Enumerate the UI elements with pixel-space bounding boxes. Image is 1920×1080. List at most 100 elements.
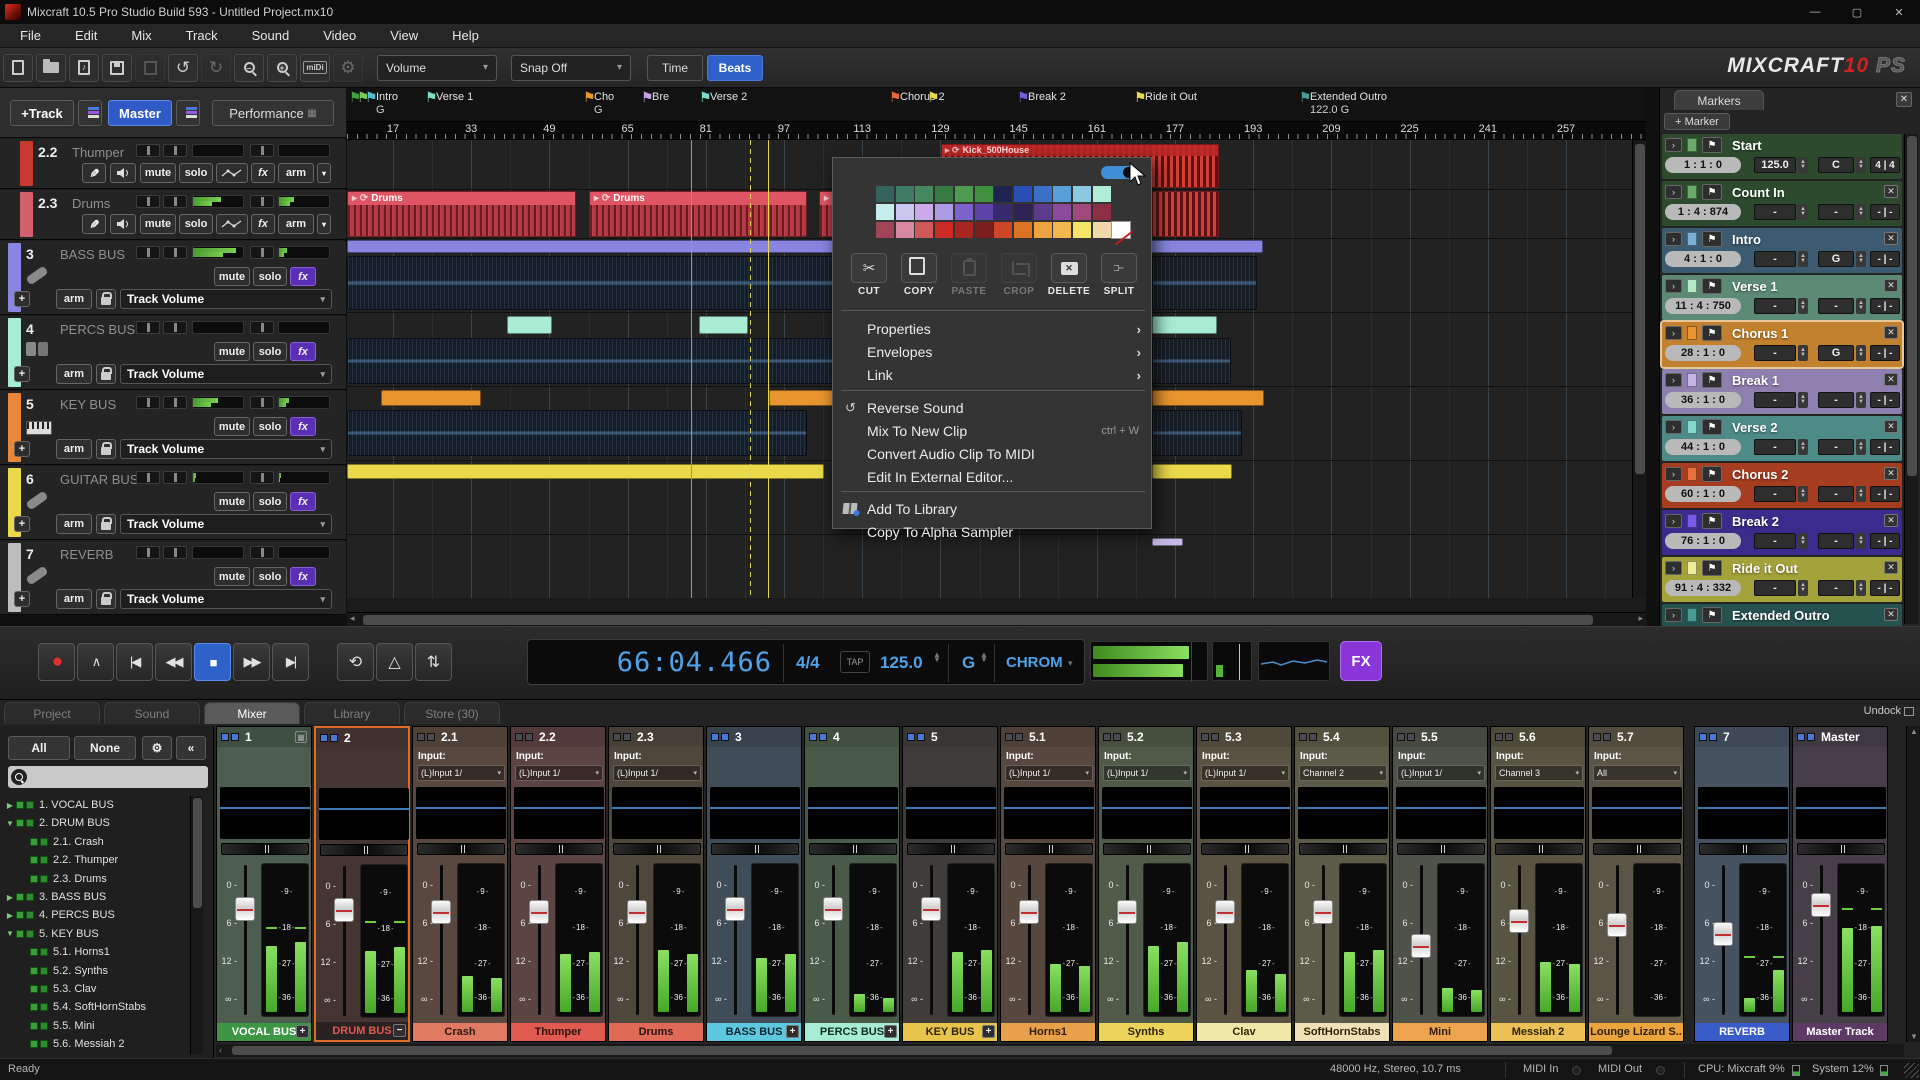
track-row-reverb[interactable]: 7REVERBmutesolofx+armTrack Volume▾ (0, 541, 346, 615)
color-swatch[interactable] (896, 222, 914, 238)
automation-button[interactable] (216, 214, 248, 234)
marker-row-intro[interactable]: ›⚑Intro✕4 : 1 : 0-▲▼G▲▼- | - (1662, 228, 1902, 273)
channel-name-label[interactable]: Clav (1197, 1023, 1291, 1041)
master-fx-button[interactable]: FX (1340, 641, 1382, 681)
tree-item-2-3-drums[interactable]: 2.3. Drums (0, 870, 188, 888)
arm-button[interactable]: arm (278, 163, 314, 183)
fast-forward-button[interactable]: ▶▶ (233, 643, 270, 681)
track-automation-dropdown[interactable]: Track Volume▾ (120, 439, 332, 459)
audio-clip-waveform[interactable] (1152, 256, 1257, 310)
color-swatch[interactable] (1014, 204, 1032, 220)
color-swatch[interactable] (955, 222, 973, 238)
track-automation-dropdown[interactable]: Track Volume▾ (120, 289, 332, 309)
stop-button[interactable]: ■ (194, 643, 231, 681)
draw-tool-button[interactable]: ✎ (82, 214, 106, 234)
tree-item-2-1-crash[interactable]: 2.1. Crash (0, 833, 188, 851)
mixer-channel-2[interactable]: 20 -6 -12 -∞ -9182736DRUM BUS− (314, 726, 410, 1042)
mute-button[interactable]: mute (214, 492, 250, 511)
track-row-percs-bus[interactable]: 4PERCS BUSmutesolofx+armTrack Volume▾ (0, 316, 346, 390)
channel-icon-2[interactable] (721, 733, 729, 741)
close-button[interactable]: ✕ (1878, 0, 1920, 24)
track-trim-slider[interactable] (250, 546, 274, 559)
tempo-spinner-icon[interactable]: ▲▼ (1798, 345, 1808, 361)
no-color-swatch[interactable] (1112, 222, 1130, 238)
color-swatch[interactable] (1073, 222, 1091, 238)
zoom-out-icon[interactable]: – (234, 54, 264, 82)
channel-eq-display[interactable] (612, 787, 702, 839)
marker-timesig-value[interactable]: - | - (1870, 345, 1900, 361)
expand-track-button[interactable]: + (14, 516, 30, 532)
track-pan-slider[interactable] (163, 321, 187, 334)
fader-cap[interactable] (529, 900, 549, 924)
delete-button[interactable]: ✕DELETE (1047, 253, 1091, 297)
lock-button[interactable] (96, 289, 116, 309)
channel-icon[interactable] (1397, 733, 1405, 741)
channel-expand-button[interactable]: − (393, 1024, 406, 1037)
channel-icon[interactable] (320, 734, 328, 742)
marker-time-value[interactable]: 1 : 4 : 874 (1665, 204, 1741, 220)
marker-tempo-value[interactable]: - (1754, 251, 1796, 267)
mixer-channel-5[interactable]: 50 -6 -12 -∞ -9182736KEY BUS+ (902, 726, 998, 1042)
timeline-marker-lane[interactable]: ⚑⚑⚑IntroG⚑Verse 1⚑ChoG⚑Bre⚑Verse 2⚑Choru… (347, 88, 1646, 122)
color-swatch[interactable] (1034, 204, 1052, 220)
channel-icon[interactable] (1201, 733, 1209, 741)
channel-icon[interactable] (1299, 733, 1307, 741)
flag-icon[interactable]: ⚑ (1702, 184, 1722, 200)
tree-item-5-1-horns1[interactable]: 5.1. Horns1 (0, 943, 188, 961)
track-checkbox-icon[interactable] (30, 1022, 38, 1030)
marker-tempo-value[interactable]: - (1754, 486, 1796, 502)
tab-store-30-[interactable]: Store (30) (404, 702, 500, 724)
channel-icon-2[interactable] (525, 733, 533, 741)
fader-track[interactable] (832, 865, 835, 1015)
marker-timesig-value[interactable]: - | - (1870, 533, 1900, 549)
channel-icon[interactable] (907, 733, 915, 741)
track-volume-slider[interactable] (136, 396, 160, 409)
marker-tempo-value[interactable]: - (1754, 204, 1796, 220)
channel-grid-icon[interactable]: ▦ (295, 731, 307, 743)
undo-icon[interactable]: ↺ (168, 54, 198, 82)
flag-icon[interactable]: ⚑ (1702, 325, 1722, 341)
copy-button[interactable]: COPY (897, 253, 941, 297)
fader-cap[interactable] (1313, 900, 1333, 924)
marker-key-value[interactable]: - (1818, 486, 1854, 502)
menu-item-link[interactable]: Link› (833, 364, 1153, 386)
tree-item-1-vocal-bus[interactable]: ▶1. VOCAL BUS (0, 796, 188, 814)
marker-key-value[interactable]: - (1818, 439, 1854, 455)
track-pan-slider[interactable] (163, 546, 187, 559)
tempo-spinner[interactable]: ▲▼ (933, 652, 941, 662)
menu-item-reverse-sound[interactable]: ↺Reverse Sound (833, 397, 1153, 419)
channel-icon-2[interactable] (1211, 733, 1219, 741)
marker-time-value[interactable]: 4 : 1 : 0 (1665, 251, 1741, 267)
track-trim-slider[interactable] (250, 144, 274, 157)
marker-time-value[interactable]: 76 : 1 : 0 (1665, 533, 1741, 549)
track-checkbox-icon-2[interactable] (26, 819, 34, 827)
mute-button[interactable]: mute (214, 267, 250, 286)
mute-button[interactable]: mute (214, 567, 250, 586)
lock-button[interactable] (96, 364, 116, 384)
mute-button[interactable]: mute (214, 417, 250, 436)
channel-eq-display[interactable] (1592, 787, 1682, 839)
channel-icon-2[interactable] (819, 733, 827, 741)
fx-button[interactable]: fx (290, 342, 316, 361)
channel-icon-2[interactable] (1505, 733, 1513, 741)
solo-button[interactable]: solo (253, 417, 287, 436)
channel-expand-button[interactable]: + (296, 1025, 309, 1038)
fader-track[interactable] (930, 865, 933, 1015)
scroll-left-icon[interactable]: ‹ (219, 1045, 222, 1055)
rewind-button[interactable]: ◀◀ (155, 643, 192, 681)
marker-color-chip[interactable] (1687, 232, 1697, 246)
go-to-start-button[interactable]: |◀ (116, 643, 153, 681)
channel-icon-2[interactable] (1709, 733, 1717, 741)
fx-button[interactable]: fx (290, 417, 316, 436)
marker-time-value[interactable]: 36 : 1 : 0 (1665, 392, 1741, 408)
marker-time-value[interactable]: 1 : 1 : 0 (1665, 157, 1741, 173)
channel-icon[interactable] (1005, 733, 1013, 741)
flag-icon[interactable]: ⚑ (1702, 231, 1722, 247)
color-swatch[interactable] (994, 222, 1012, 238)
color-swatch[interactable] (975, 186, 993, 202)
color-swatch[interactable] (1014, 222, 1032, 238)
tree-arrow-icon[interactable]: ▶ (4, 911, 16, 920)
loop-button[interactable]: ⟲ (337, 643, 374, 681)
channel-pan-slider[interactable] (1797, 843, 1885, 855)
track-checkbox-icon-2[interactable] (26, 930, 34, 938)
